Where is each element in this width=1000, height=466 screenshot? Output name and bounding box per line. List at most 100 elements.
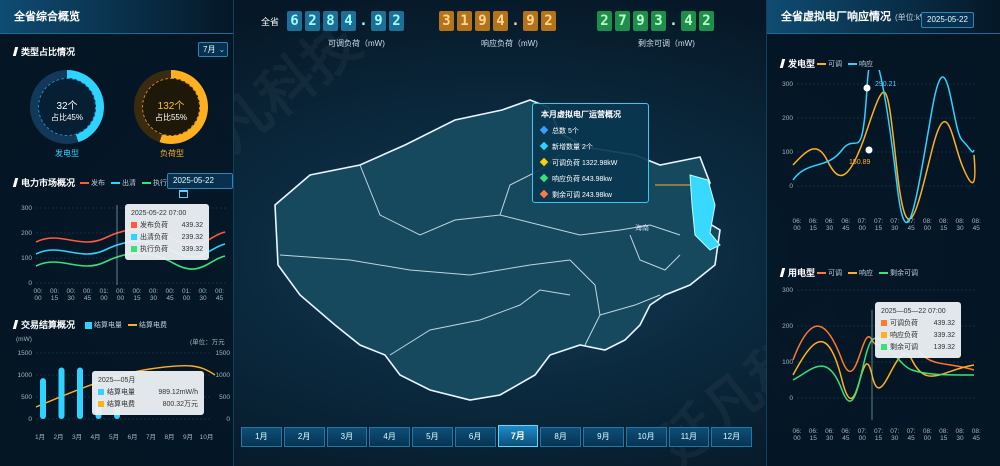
market-x-tick: 00 <box>34 295 42 302</box>
month-tab-7[interactable]: 7月 <box>497 425 539 447</box>
use-x-tick: 08: <box>955 428 964 435</box>
use-y-tick: 200 <box>782 323 793 330</box>
market-date-picker[interactable]: 2025-05-22 <box>167 173 233 198</box>
use-x-tick: 07: <box>858 428 867 435</box>
kpi-digit: 9 <box>475 11 490 31</box>
use-x-tick: 00 <box>924 435 932 442</box>
use-x-tick: 45 <box>973 435 981 442</box>
use-x-tick: 30 <box>956 435 964 442</box>
gen-y-tick: 200 <box>782 115 793 122</box>
month-tab-5[interactable]: 5月 <box>412 427 453 447</box>
use-chart-title: 用电型 <box>781 266 815 279</box>
left-panel: 全省综合概览 类型占比情况 7月 ⌄ 32个 占比45% 发电型 132个 占比5… <box>0 0 234 466</box>
overview-row: 新增数量 2个 <box>539 140 640 156</box>
trade-bar[interactable] <box>40 378 46 419</box>
use-y-tick: 0 <box>789 395 793 402</box>
use-x-tick: 06: <box>825 428 834 435</box>
trade-x-tick: 4月 <box>90 433 100 441</box>
trade-x-tick: 7月 <box>146 433 156 441</box>
month-tab-3[interactable]: 3月 <box>326 427 368 447</box>
load-count: 132个 <box>157 101 185 112</box>
kpi-prefix: 全省 <box>261 17 280 27</box>
market-tooltip: 2025-05-22 07:00 发布负荷 439.32 出清负荷 239.32 执… <box>125 204 209 260</box>
kpi-digit: 2 <box>699 11 714 31</box>
market-x-tick: 45 <box>84 295 92 302</box>
trade-y-tick: 1000 <box>18 372 33 379</box>
gen-x-tick: 00 <box>924 225 932 232</box>
month-tab-12[interactable]: 12月 <box>711 427 752 447</box>
use-x-tick: 06: <box>809 428 818 435</box>
kpi-digit: 9 <box>633 11 648 31</box>
month-tab-2[interactable]: 2月 <box>283 427 325 447</box>
trade-bar[interactable] <box>77 367 83 419</box>
kpi-bar: 全省 6284.92 3194.92 2793.42 可调负荷（mW) 响应负荷… <box>234 0 766 60</box>
market-x-tick: 30 <box>199 295 207 302</box>
trade-x-tick: 2月 <box>53 433 63 441</box>
map-outline[interactable] <box>274 99 721 401</box>
kpi-digit: 7 <box>615 11 630 31</box>
gen-x-tick: 08: <box>972 218 981 225</box>
market-x-tick: 30 <box>67 295 75 302</box>
month-select[interactable]: 7月 ⌄ <box>198 42 228 57</box>
trade-y-tick: 0 <box>28 416 32 423</box>
month-tab-10[interactable]: 10月 <box>625 427 667 447</box>
trade-y-right-tick: 1500 <box>216 350 231 357</box>
market-x-tick: 45 <box>166 295 174 302</box>
kpi-digit: 3 <box>439 11 454 31</box>
market-x-tick: 00: <box>215 288 224 295</box>
month-tab-11[interactable]: 11月 <box>668 427 710 447</box>
kpi-digit: 8 <box>323 11 338 31</box>
kpi-response-label: 响应负荷（mW) <box>481 39 538 48</box>
trade-bar[interactable] <box>58 367 65 419</box>
trade-y-tick: 1500 <box>18 350 33 357</box>
kpi-digit: 1 <box>457 11 472 31</box>
market-x-tick: 00 <box>117 295 125 302</box>
month-tab-4[interactable]: 4月 <box>369 427 410 447</box>
kpi-response-digits: 3194.92 <box>439 11 559 31</box>
use-legend: 可调 响应 剩余可调 <box>817 268 918 278</box>
kpi-digit: 3 <box>651 11 666 31</box>
gen-x-tick: 07: <box>874 218 883 225</box>
trade-x-tick: 5月 <box>109 433 119 441</box>
gen-x-tick: 06: <box>792 218 801 225</box>
gen-y-tick: 300 <box>782 81 793 88</box>
gen-x-tick: 07: <box>890 218 899 225</box>
kpi-digit: 4 <box>493 11 508 31</box>
gen-x-tick: 06: <box>841 218 850 225</box>
right-date-picker[interactable]: 2025-05-22 <box>921 12 974 28</box>
trade-x-tick: 9月 <box>183 433 193 441</box>
market-x-tick: 45 <box>216 295 224 302</box>
market-legend: 发布 出清 执行 <box>80 178 167 188</box>
month-selector: 1月 2月 3月 4月 5月 6月 7月 8月 9月 10月 11月 12月 <box>241 425 752 447</box>
gen-x-tick: 45 <box>842 225 850 232</box>
month-tab-1[interactable]: 1月 <box>241 427 282 447</box>
month-tab-6[interactable]: 6月 <box>454 427 496 447</box>
right-panel: 全省虚拟电厂响应情况 (单位:kW) 2025-05-22 发电型 可调 响应 3… <box>766 0 1000 466</box>
market-x-tick: 15 <box>133 295 141 302</box>
overview-popup: 本月虚拟电厂运营概况 总数 5个 新增数量 2个 可调负荷 1322.98kW 响应负… <box>532 103 649 203</box>
dashboard: 延凡科技 延凡科技 延凡科技 海南 本月虚拟电厂运营概况 总数 5个新增数量 2… <box>0 0 1000 466</box>
month-tab-9[interactable]: 9月 <box>583 427 624 447</box>
trade-x-tick: 10月 <box>200 433 214 441</box>
gen-x-tick: 06: <box>825 218 834 225</box>
use-x-tick: 30 <box>826 435 834 442</box>
gen-x-tick: 06: <box>809 218 818 225</box>
market-x-tick: 00: <box>33 288 42 295</box>
market-x-tick: 00: <box>66 288 75 295</box>
use-x-tick: 08: <box>939 428 948 435</box>
gen-x-tick: 45 <box>907 225 915 232</box>
overview-row: 可调负荷 1322.98kW <box>539 156 640 172</box>
month-tab-8[interactable]: 8月 <box>540 427 581 447</box>
use-x-tick: 07: <box>890 428 899 435</box>
trade-y-tick: 500 <box>21 394 32 401</box>
market-x-tick: 00: <box>198 288 207 295</box>
load-label: 负荷型 <box>160 149 184 158</box>
gen-x-tick: 07: <box>858 218 867 225</box>
gen-label: 发电型 <box>55 149 79 158</box>
kpi-adjustable-label: 可调负荷（mW) <box>328 39 385 48</box>
market-x-tick: 00: <box>83 288 92 295</box>
market-x-tick: 01: <box>182 288 191 295</box>
trade-x-tick: 1月 <box>35 433 45 441</box>
use-x-tick: 45 <box>907 435 915 442</box>
kpi-digit: 9 <box>523 11 538 31</box>
